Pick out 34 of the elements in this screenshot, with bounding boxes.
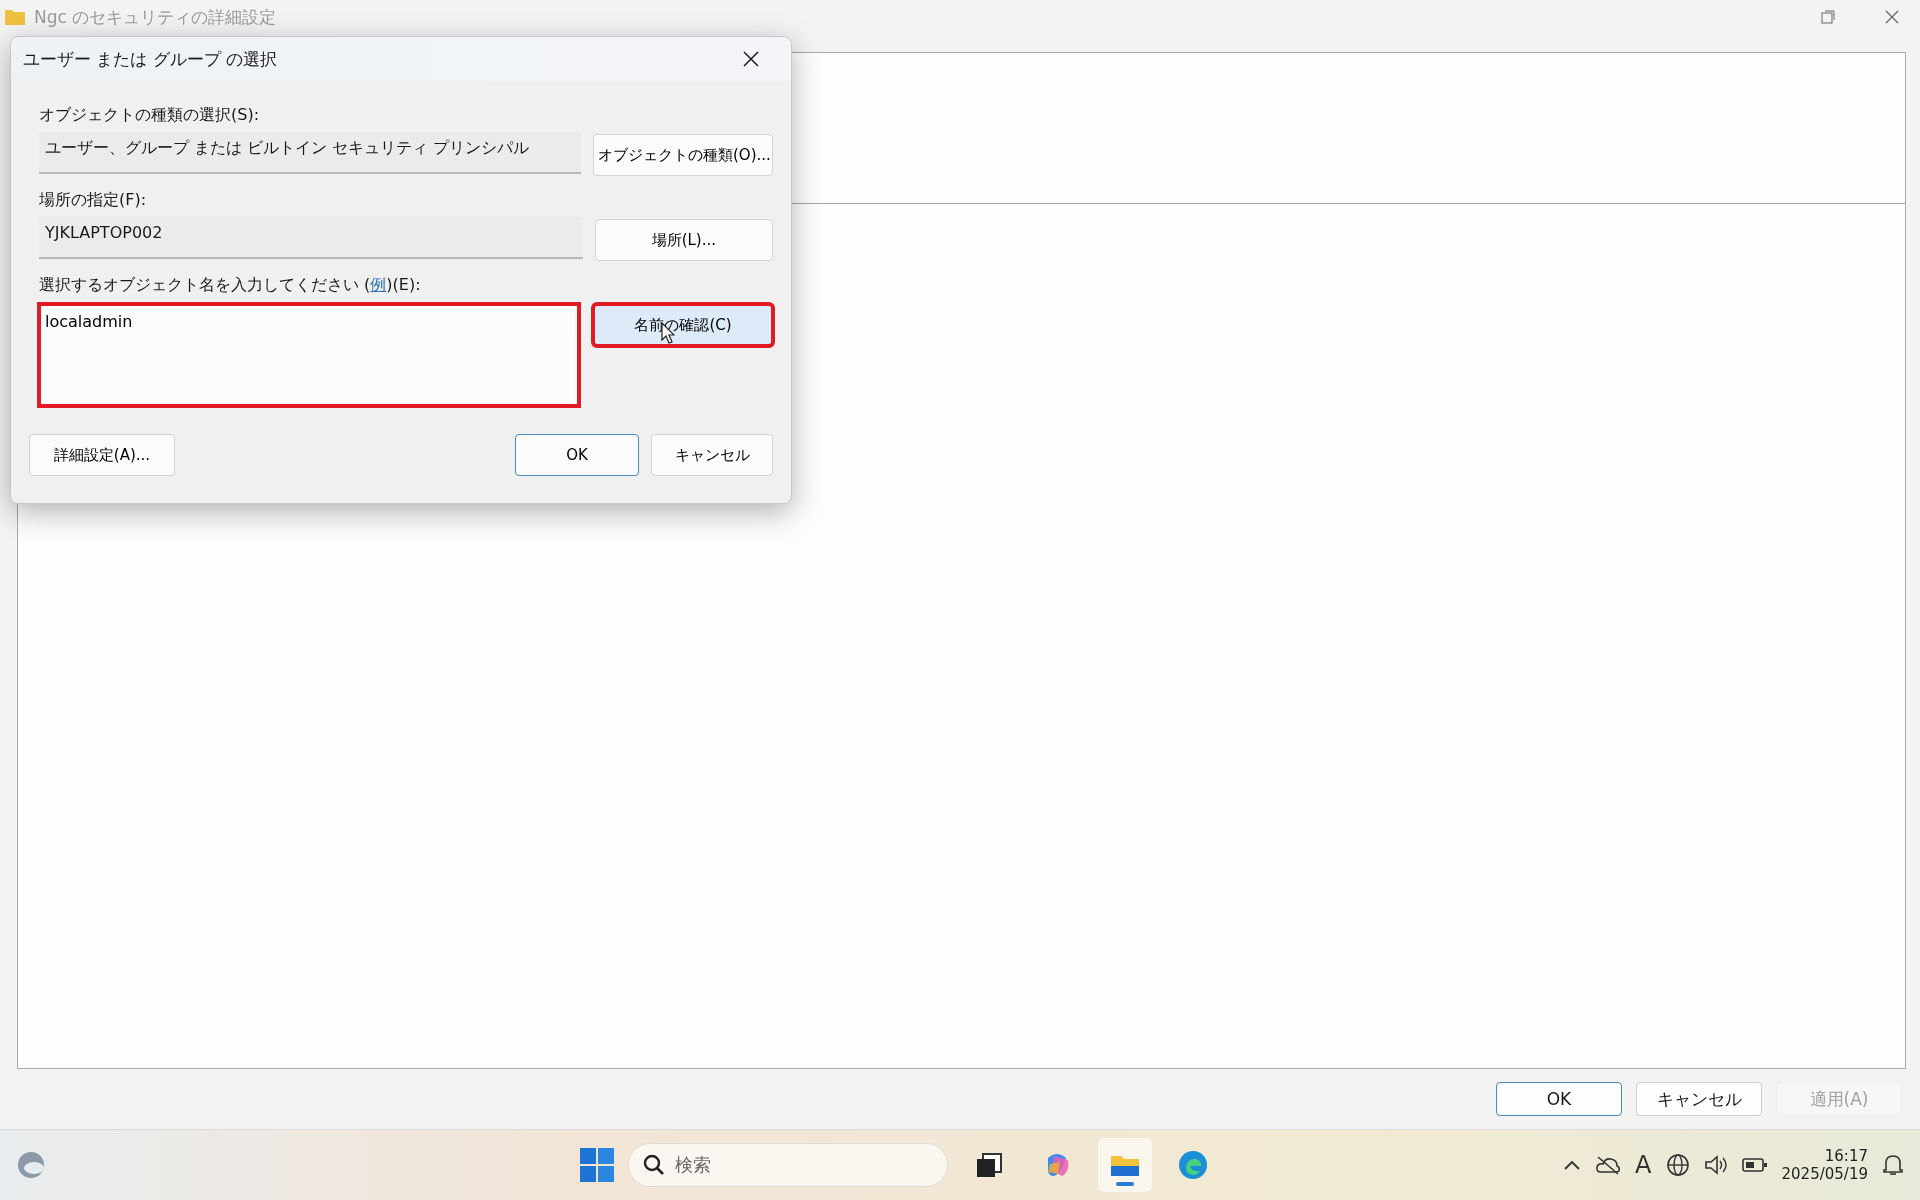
weather-icon: [16, 1150, 46, 1180]
close-icon: [1885, 10, 1899, 24]
start-button[interactable]: [579, 1148, 614, 1182]
object-types-button[interactable]: オブジェクトの種類(O)...: [593, 134, 773, 176]
window-title: Ngc のセキュリティの詳細設定: [34, 5, 278, 29]
browser-logo-icon: [1177, 1150, 1208, 1180]
examples-link[interactable]: 例: [370, 275, 387, 294]
dialog-button[interactable]: キャンセル: [1636, 1082, 1762, 1116]
locations-button[interactable]: 場所(L)...: [594, 219, 773, 261]
dialog-title: ユーザー または グループ の選択: [23, 47, 279, 71]
cloud-icon: [1595, 1155, 1622, 1175]
dialog-button[interactable]: OK: [515, 434, 639, 476]
speaker-icon: [1703, 1154, 1728, 1176]
folder-icon: [4, 8, 26, 26]
clock[interactable]: 16:17 2025/05/19: [1781, 1147, 1868, 1183]
close-icon: [742, 50, 760, 68]
globe-icon: [1665, 1153, 1690, 1177]
readonly-field: ユーザー、グループ または ビルトイン セキュリティ プリンシパル: [39, 132, 581, 174]
dialog-button[interactable]: OK: [1496, 1082, 1622, 1116]
dialog-button[interactable]: 詳細設定(A)...: [29, 434, 175, 476]
field-label: 選択するオブジェクト名を入力してください (例)(E):: [39, 275, 422, 296]
readonly-field: YJKLAPTOP002: [39, 217, 583, 259]
dialog-button[interactable]: キャンセル: [651, 434, 773, 476]
search-icon: [642, 1154, 665, 1176]
chevron-up-icon[interactable]: [1563, 1159, 1582, 1171]
names-input[interactable]: localadmin: [37, 302, 581, 408]
field-label: オブジェクトの種類の選択(S):: [39, 105, 261, 126]
notification-bell-icon: [1882, 1153, 1904, 1177]
stacked-squares-icon: [974, 1152, 1003, 1178]
restore-icon: [1821, 10, 1835, 24]
input-mode-indicator[interactable]: A: [1635, 1151, 1652, 1179]
battery-icon: [1741, 1157, 1768, 1173]
field-label: 場所の指定(F):: [39, 190, 148, 211]
search-field[interactable]: 検索: [627, 1143, 948, 1187]
